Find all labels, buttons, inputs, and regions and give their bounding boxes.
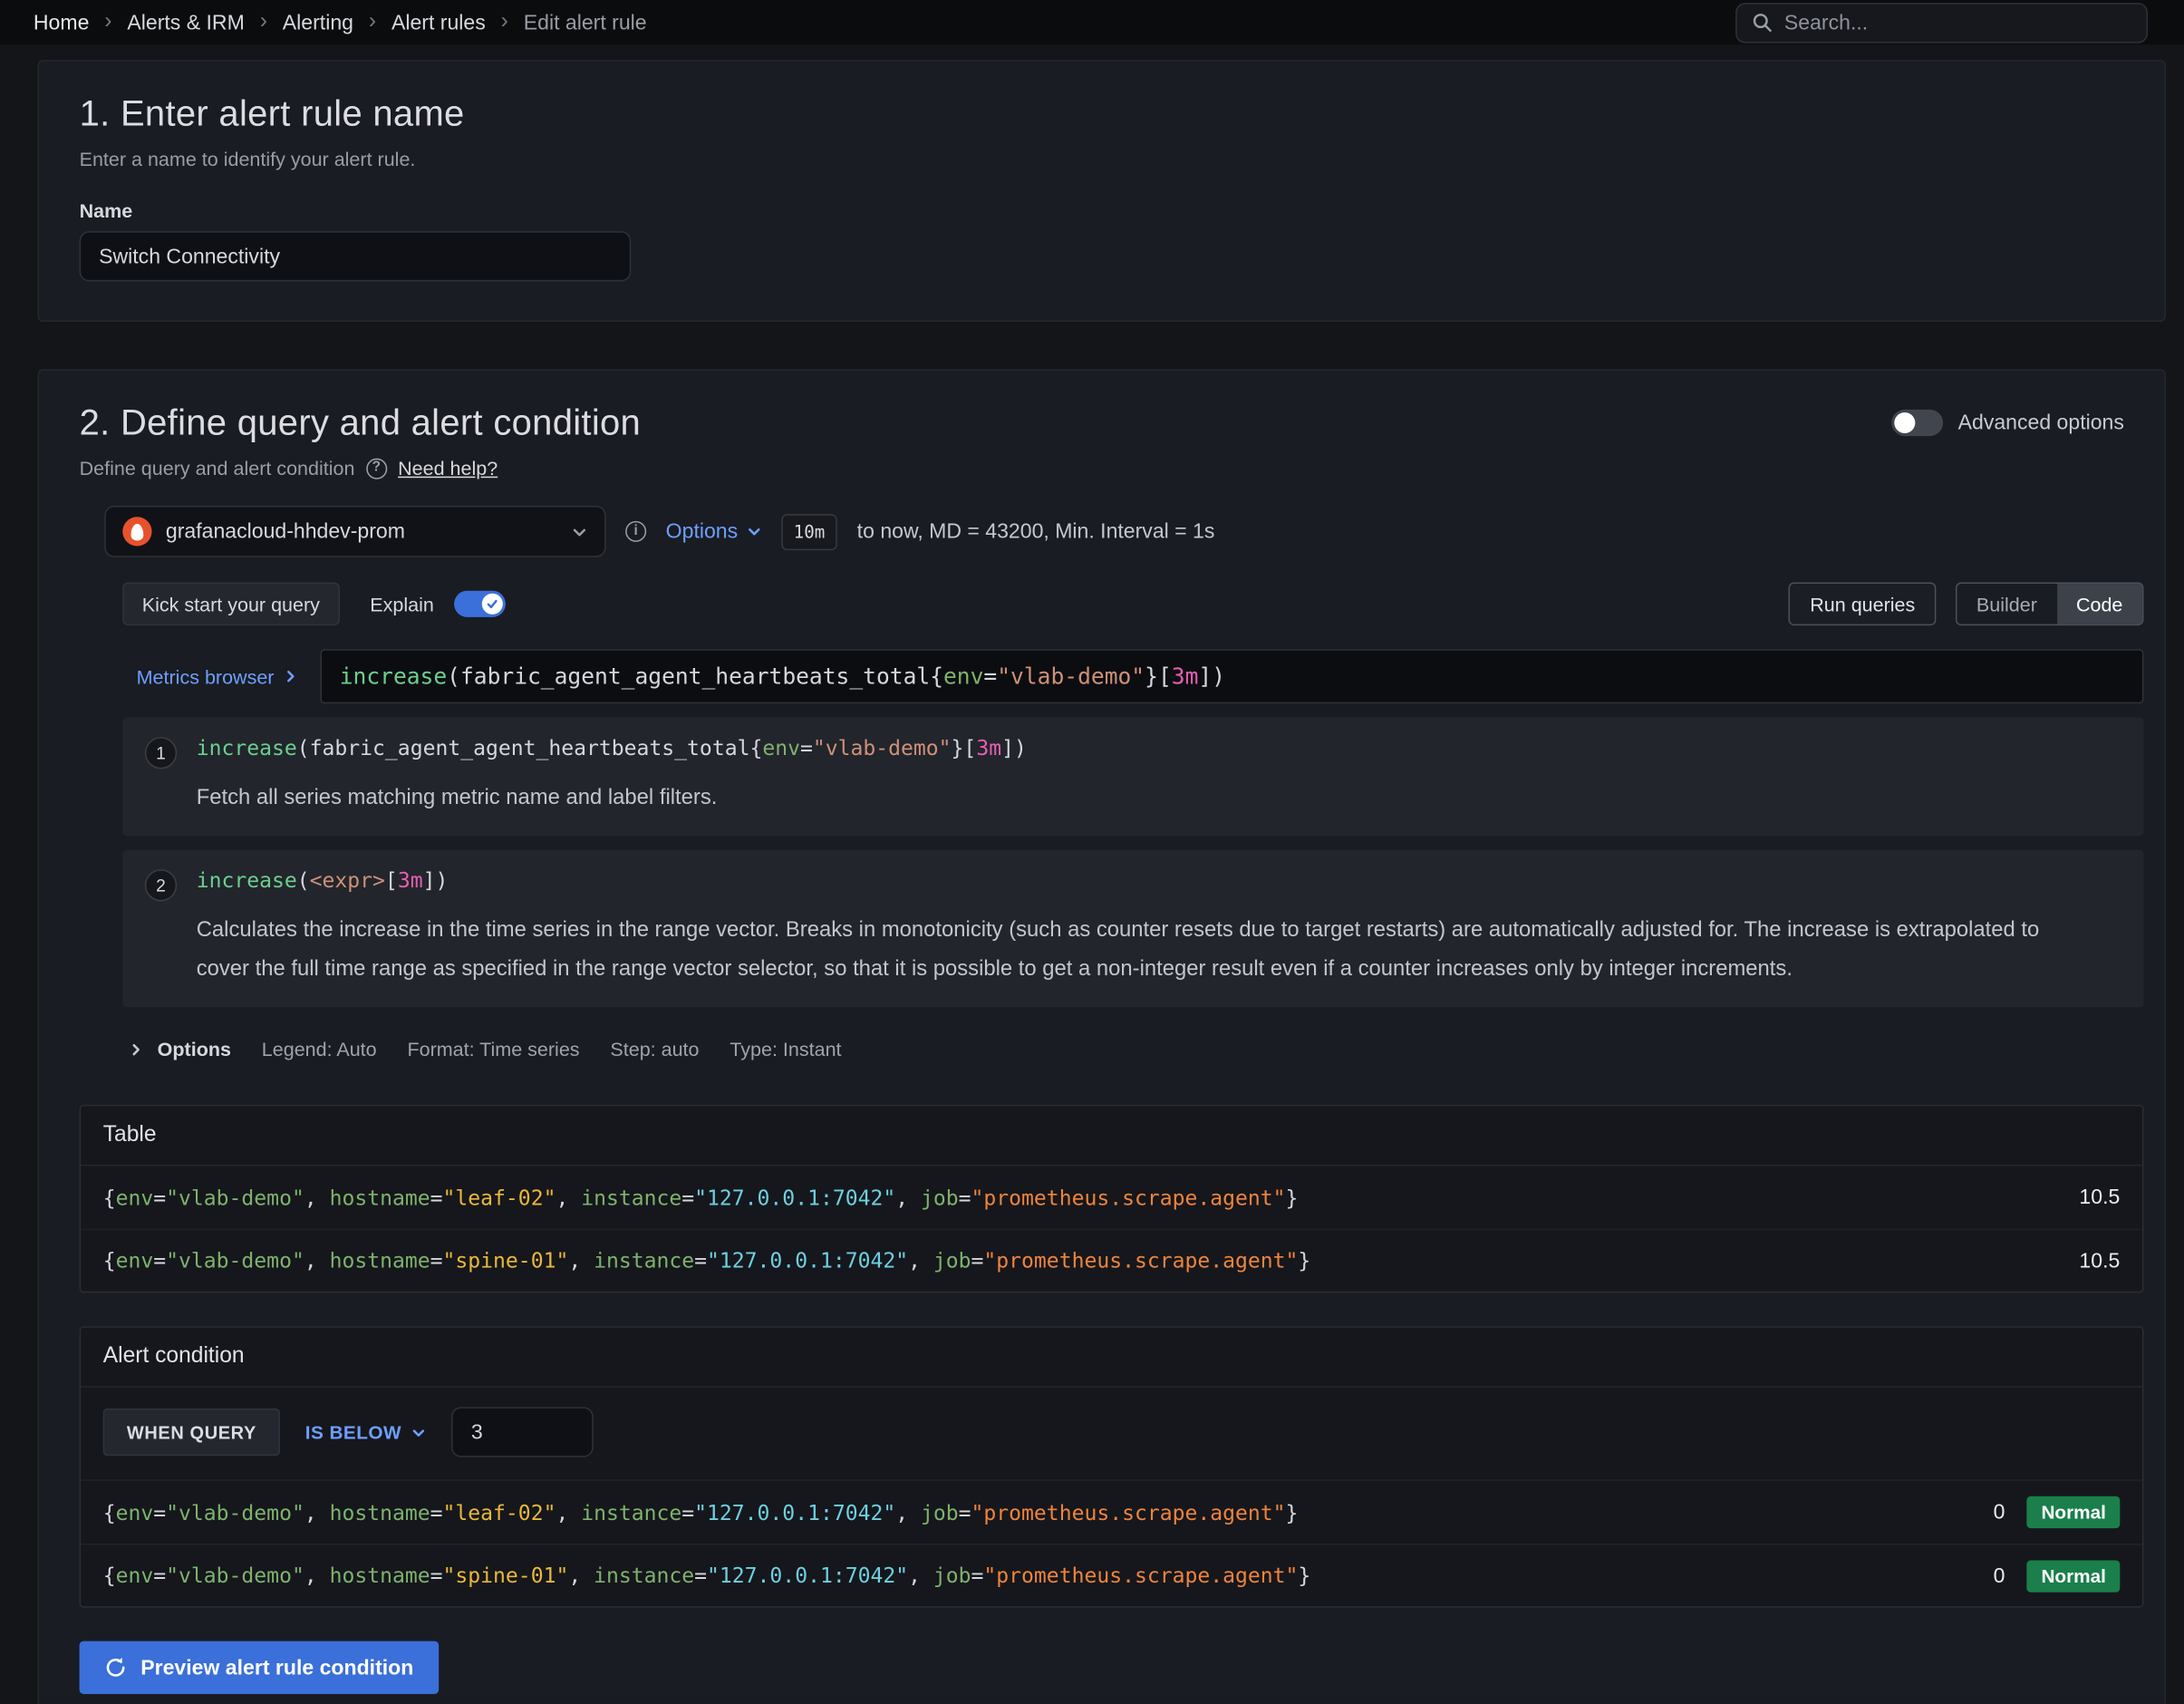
explain-toggle[interactable] — [453, 591, 505, 617]
state-badge: Normal — [2027, 1560, 2120, 1592]
breadcrumb-separator: › — [260, 11, 267, 34]
code-option[interactable]: Code — [2056, 584, 2141, 624]
state-badge: Normal — [2027, 1496, 2120, 1528]
section2-title: 2. Define query and alert condition — [80, 402, 641, 445]
step-number: 2 — [145, 869, 177, 901]
search-input[interactable] — [1784, 11, 2131, 34]
query-editor-area: grafanacloud-hhdev-prom i Options 10m to… — [104, 506, 2143, 1071]
legend-option: Legend: Auto — [262, 1038, 377, 1060]
breadcrumb: Home › Alerts & IRM › Alerting › Alert r… — [34, 11, 1719, 34]
kick-start-query-button[interactable]: Kick start your query — [122, 582, 339, 625]
table-panel-title: Table — [81, 1106, 2142, 1166]
step-option: Step: auto — [610, 1038, 699, 1060]
breadcrumb-alert-rules[interactable]: Alert rules — [391, 11, 486, 34]
chevron-right-icon — [283, 669, 298, 684]
promql-query-input[interactable]: increase(fabric_agent_agent_heartbeats_t… — [320, 649, 2143, 703]
options-footer-label: Options — [158, 1038, 231, 1060]
time-range-badge: 10m — [781, 513, 837, 549]
series-value: 10.5 — [2079, 1249, 2120, 1273]
step-number: 1 — [145, 737, 177, 769]
explain-code: increase(fabric_agent_agent_heartbeats_t… — [197, 736, 1027, 762]
table-panel: Table {env="vlab-demo", hostname="leaf-0… — [80, 1105, 2144, 1293]
section-enter-rule-name: 1. Enter alert rule name Enter a name to… — [37, 60, 2166, 322]
advanced-options-control: Advanced options — [1891, 410, 2124, 436]
chevron-right-icon — [128, 1041, 143, 1057]
sync-icon — [104, 1656, 127, 1679]
breadcrumb-home[interactable]: Home — [34, 11, 90, 34]
rule-name-input[interactable] — [80, 231, 632, 281]
builder-option[interactable]: Builder — [1957, 584, 2056, 624]
time-range-text: to now, MD = 43200, Min. Interval = 1s — [857, 519, 1215, 543]
breadcrumb-separator: › — [369, 11, 376, 34]
condition-controls: WHEN QUERY IS BELOW — [81, 1388, 2142, 1481]
section1-title: 1. Enter alert rule name — [80, 92, 2144, 135]
top-nav: Home › Alerts & IRM › Alerting › Alert r… — [0, 0, 2184, 44]
query-options-button[interactable]: Options — [666, 519, 762, 543]
operator-dropdown[interactable]: IS BELOW — [305, 1422, 427, 1443]
question-circle-icon: ? — [366, 458, 387, 479]
operator-label: IS BELOW — [305, 1422, 401, 1443]
section2-subtitle: Define query and alert condition — [80, 457, 355, 479]
promql-editor: Kick start your query Explain Run querie… — [122, 582, 2143, 1070]
chevron-down-icon — [411, 1425, 427, 1440]
breadcrumb-separator: › — [501, 11, 508, 34]
format-option: Format: Time series — [407, 1038, 579, 1060]
series-labels: {env="vlab-demo", hostname="spine-01", i… — [103, 1564, 1966, 1589]
explain-step-2: 2 increase(<expr>[3m]) Calculates the in… — [122, 850, 2143, 1008]
breadcrumb-edit-alert-rule: Edit alert rule — [524, 11, 647, 34]
condition-result-row: {env="vlab-demo", hostname="spine-01", i… — [81, 1544, 2142, 1606]
series-labels: {env="vlab-demo", hostname="leaf-02", in… — [103, 1500, 1966, 1525]
check-icon — [486, 597, 498, 610]
condition-result-row: {env="vlab-demo", hostname="leaf-02", in… — [81, 1481, 2142, 1544]
explain-step-1: 1 increase(fabric_agent_agent_heartbeats… — [122, 718, 2143, 837]
alert-condition-title: Alert condition — [81, 1328, 2142, 1388]
info-circle-icon: i — [625, 521, 646, 542]
series-value: 0 — [1994, 1500, 2005, 1524]
explain-text: Fetch all series matching metric name an… — [197, 779, 1027, 818]
preview-alert-rule-button[interactable]: Preview alert rule condition — [80, 1641, 439, 1694]
table-row: {env="vlab-demo", hostname="leaf-02", in… — [81, 1166, 2142, 1228]
grafana-edit-alert-rule-page: Home › Alerts & IRM › Alerting › Alert r… — [0, 0, 2184, 1704]
metrics-browser-button[interactable]: Metrics browser — [122, 649, 320, 703]
type-option: Type: Instant — [730, 1038, 841, 1060]
search-box[interactable] — [1735, 2, 2148, 43]
when-query-button[interactable]: WHEN QUERY — [103, 1409, 280, 1456]
section1-subtitle: Enter a name to identify your alert rule… — [80, 148, 2144, 170]
page-content: 1. Enter alert rule name Enter a name to… — [0, 44, 2184, 1704]
table-row: {env="vlab-demo", hostname="spine-01", i… — [81, 1229, 2142, 1292]
explain-code: increase(<expr>[3m]) — [197, 868, 2091, 895]
series-labels: {env="vlab-demo", hostname="spine-01", i… — [103, 1248, 2052, 1273]
query-options-collapsed[interactable]: Options Legend: Auto Format: Time series… — [122, 1030, 2143, 1071]
prometheus-icon — [122, 517, 151, 546]
breadcrumb-separator: › — [104, 11, 111, 34]
series-value: 10.5 — [2079, 1186, 2120, 1209]
breadcrumb-alerts-irm[interactable]: Alerts & IRM — [127, 11, 244, 34]
threshold-input[interactable] — [451, 1407, 594, 1457]
metrics-browser-label: Metrics browser — [137, 665, 275, 688]
query-options-button-label: Options — [666, 519, 738, 543]
explain-label: Explain — [370, 593, 434, 615]
builder-code-switch: Builder Code — [1956, 582, 2144, 625]
datasource-name: grafanacloud-hhdev-prom — [166, 519, 557, 543]
section-define-query-condition: 2. Define query and alert condition Adva… — [37, 369, 2166, 1703]
explain-text: Calculates the increase in the time seri… — [197, 911, 2091, 989]
alert-condition-panel: Alert condition WHEN QUERY IS BELOW {env… — [80, 1326, 2144, 1607]
run-queries-button[interactable]: Run queries — [1789, 582, 1936, 625]
series-value: 0 — [1994, 1564, 2005, 1587]
toggle-knob — [1894, 412, 1915, 433]
chevron-down-icon — [571, 523, 587, 539]
advanced-options-toggle[interactable] — [1891, 410, 1943, 436]
toggle-knob — [481, 594, 502, 615]
advanced-options-label: Advanced options — [1958, 411, 2124, 434]
name-label: Name — [80, 199, 2144, 222]
datasource-picker[interactable]: grafanacloud-hhdev-prom — [104, 506, 605, 557]
need-help-link[interactable]: Need help? — [398, 457, 498, 479]
breadcrumb-alerting[interactable]: Alerting — [283, 11, 353, 34]
chevron-down-icon — [746, 524, 761, 539]
series-labels: {env="vlab-demo", hostname="leaf-02", in… — [103, 1185, 2052, 1210]
search-icon — [1753, 13, 1773, 33]
preview-button-label: Preview alert rule condition — [140, 1656, 413, 1680]
